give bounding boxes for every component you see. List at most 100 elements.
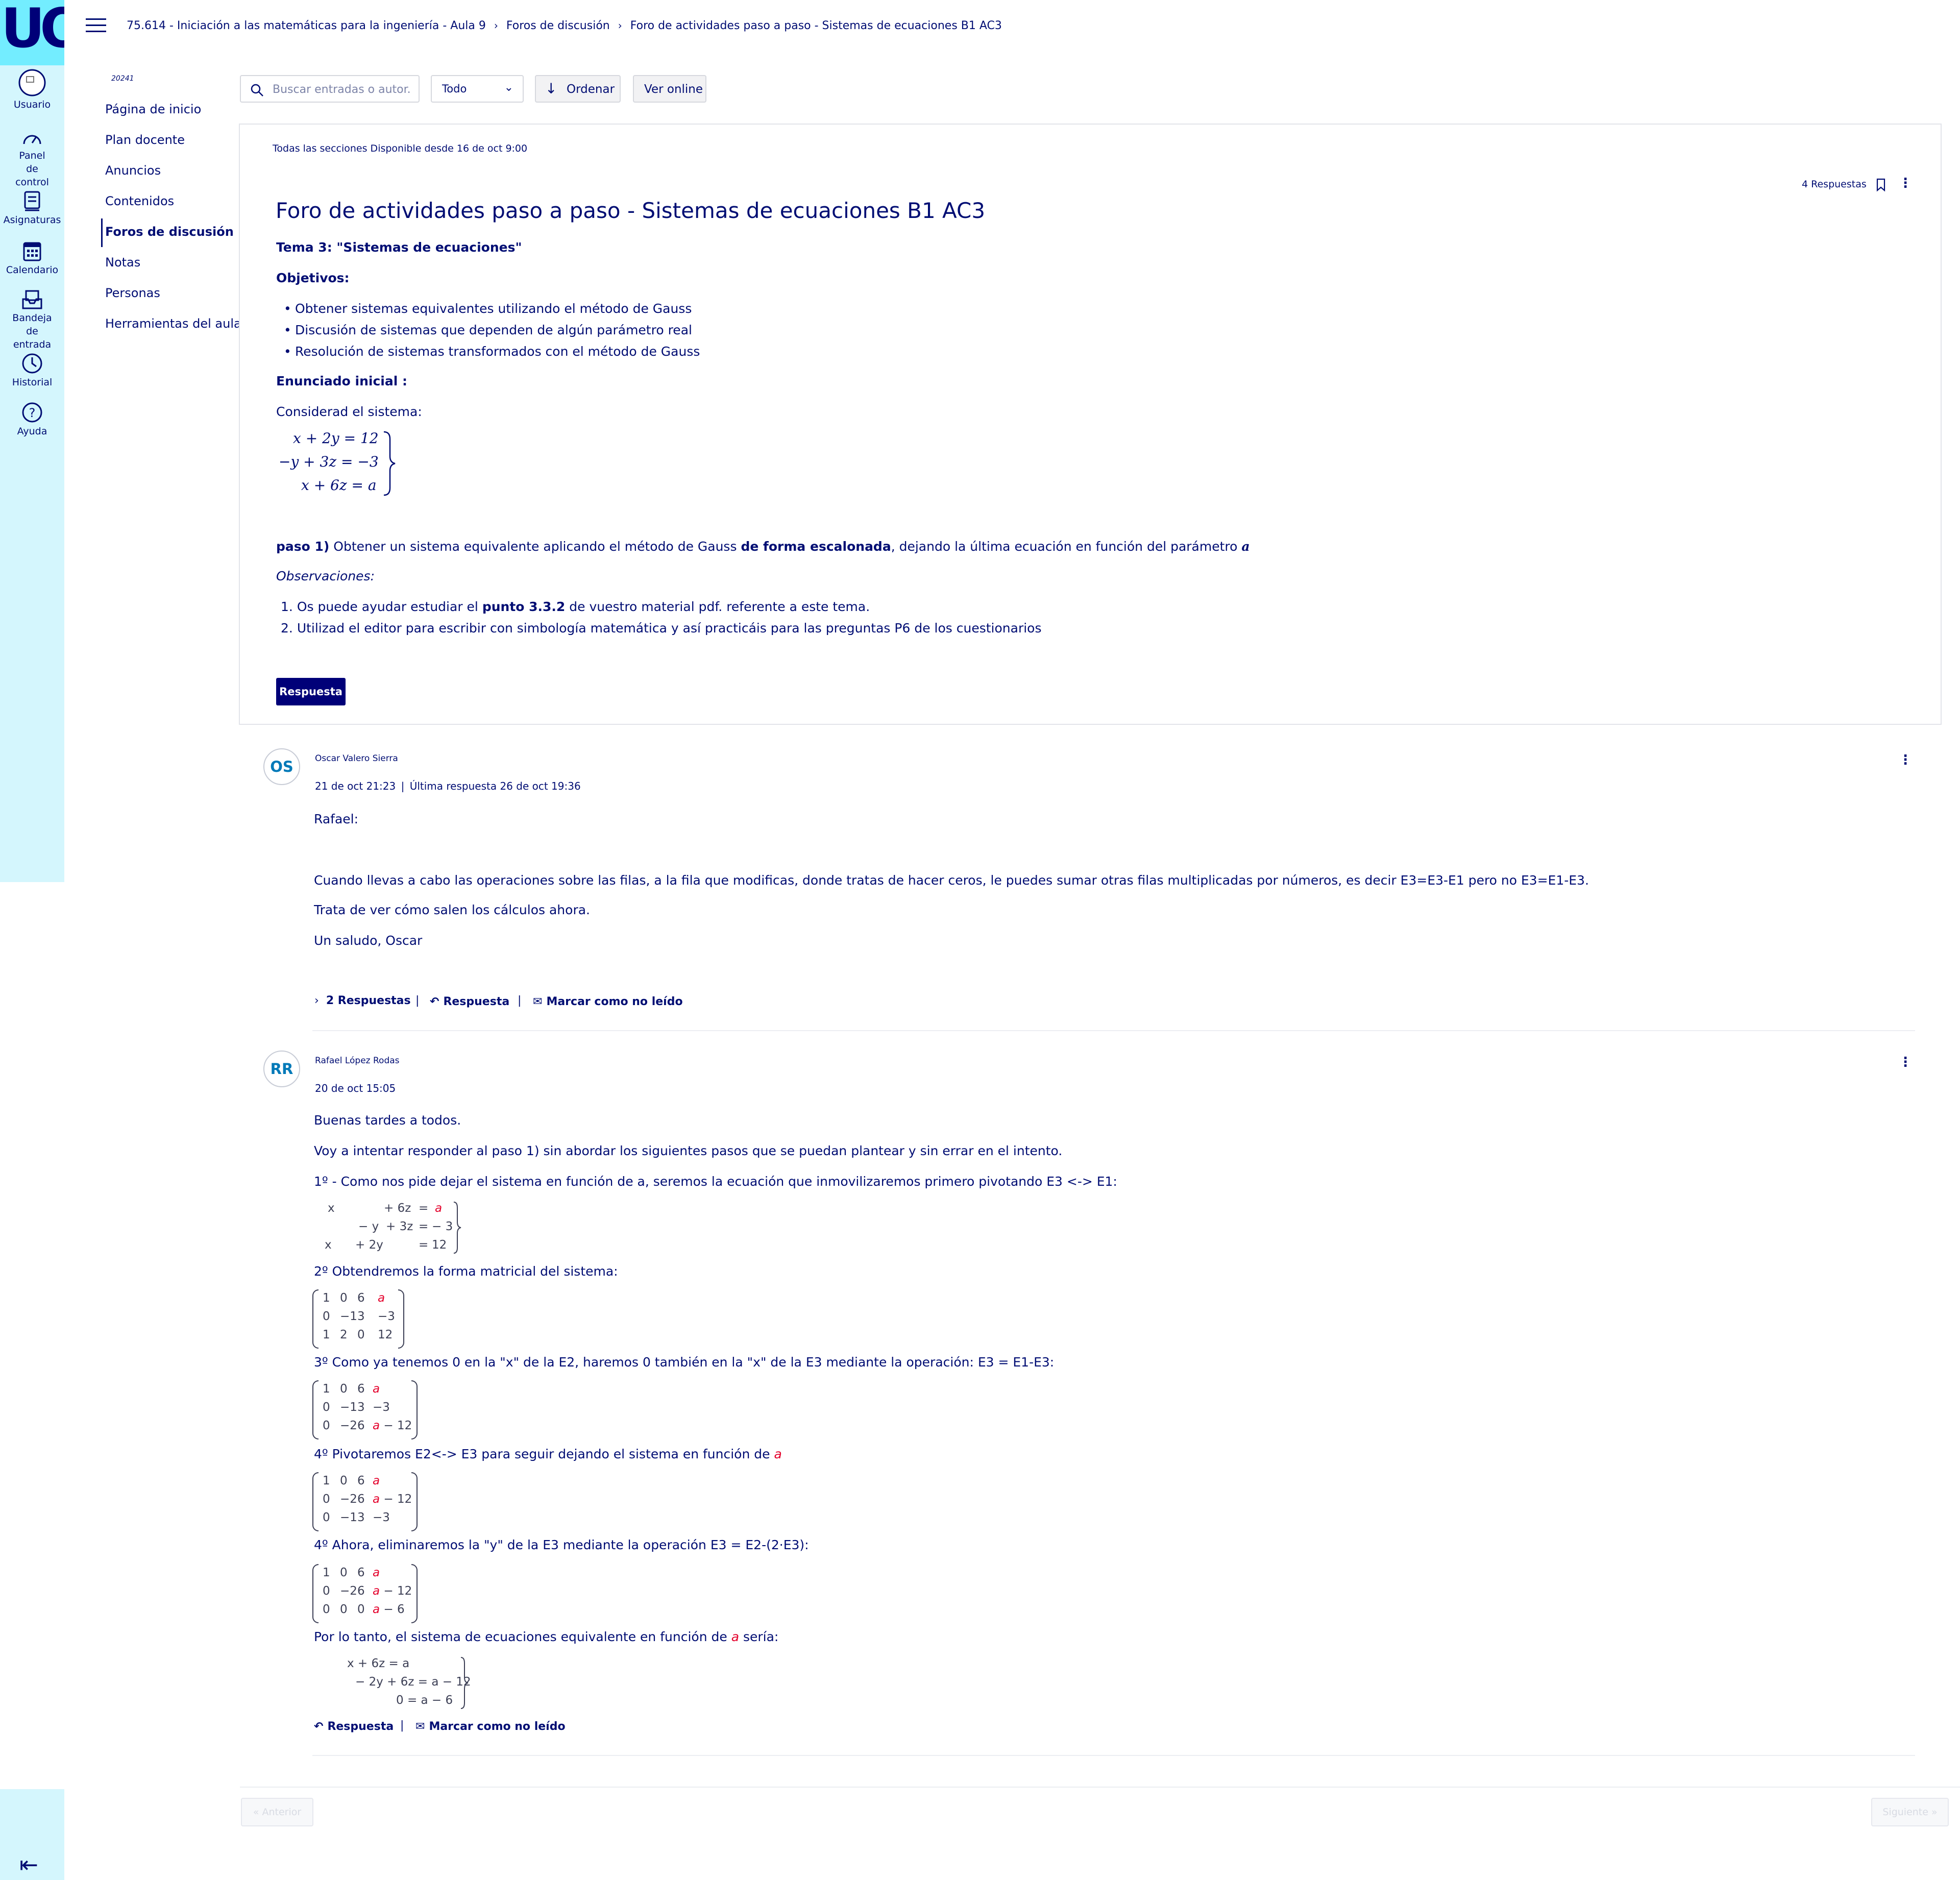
sidebar-item-herramientas[interactable]: Herramientas del aula xyxy=(105,316,241,331)
prev-page-button[interactable]: « Anterior xyxy=(241,1798,313,1826)
replies-toggle[interactable]: › 2 Respuestas xyxy=(314,994,411,1007)
reply-topic-button[interactable]: Respuesta xyxy=(276,678,346,705)
paso1-text: paso 1) Obtener un sistema equivalente a… xyxy=(276,539,1250,554)
post-more-icon[interactable]: ⋮ xyxy=(1899,1055,1912,1070)
observation-1: 1. Os puede ayudar estudiar el punto 3.3… xyxy=(281,599,870,614)
post-author[interactable]: Oscar Valero Sierra xyxy=(315,753,398,764)
matrix-cell: a xyxy=(373,1474,380,1487)
dashboard-gauge-icon xyxy=(23,135,41,144)
post-text: Trata de ver cómo salen los cálculos aho… xyxy=(314,902,590,917)
post-text: 3º Como ya tenemos 0 en la "x" de la E2,… xyxy=(314,1355,1055,1370)
equation-2: −y + 3z = −3 xyxy=(279,453,379,470)
sidebar-item-plan-docente[interactable]: Plan docente xyxy=(105,133,185,147)
reply-button[interactable]: ↶ Respuesta xyxy=(430,995,509,1008)
matrix-cell: 0 xyxy=(323,1493,330,1506)
matrix-cell: −1 xyxy=(340,1511,357,1524)
sidebar-item-personas[interactable]: Personas xyxy=(105,286,160,300)
collapse-rail-icon[interactable]: ⇤ xyxy=(19,1852,38,1878)
clock-icon xyxy=(22,353,42,374)
matrix-cell: 6 xyxy=(357,1474,365,1487)
sidebar-item-inicio[interactable]: Página de inicio xyxy=(105,102,201,116)
rail-item-historial[interactable]: Historial xyxy=(0,352,64,389)
rail-item-ayuda[interactable]: ? Ayuda xyxy=(0,401,64,438)
matrix-cell: −2 xyxy=(340,1493,357,1506)
post-text: Rafael: xyxy=(314,812,359,826)
envelope-icon: ✉ xyxy=(415,1720,425,1733)
breadcrumb-course[interactable]: 75.614 - Iniciación a las matemáticas pa… xyxy=(127,19,486,32)
objective-item: Obtener sistemas equivalentes utilizando… xyxy=(284,301,692,316)
search-icon xyxy=(251,84,263,96)
breadcrumb-forums[interactable]: Foros de discusión xyxy=(506,19,610,32)
matrix-cell: a xyxy=(378,1291,385,1305)
semester-label: 20241 xyxy=(111,75,134,83)
matrix-cell: 6 xyxy=(357,1291,365,1305)
more-options-icon[interactable]: ⋮ xyxy=(1899,176,1912,191)
matrix-cell: 6 xyxy=(357,1584,365,1598)
bookmark-icon[interactable] xyxy=(1875,178,1886,192)
tema-heading: Tema 3: "Sistemas de ecuaciones" xyxy=(276,240,522,255)
mark-unread-button[interactable]: ✉ Marcar como no leído xyxy=(533,995,683,1008)
sort-button[interactable]: ↓ Ordenar xyxy=(535,75,621,103)
help-question-icon: ? xyxy=(22,402,42,423)
math-cell: = xyxy=(419,1220,429,1233)
matrix-cell: 0 xyxy=(340,1382,348,1396)
uoc-logo[interactable]: UOC xyxy=(0,0,64,65)
next-page-button[interactable]: Siguiente » xyxy=(1871,1798,1949,1826)
sidebar-item-foros[interactable]: Foros de discusión xyxy=(105,225,234,239)
post-text: 4º Ahora, eliminaremos la "y" de la E3 m… xyxy=(314,1537,809,1552)
post-text: Cuando llevas a cabo las operaciones sob… xyxy=(314,873,1589,888)
view-online-button[interactable]: Ver online xyxy=(633,75,706,103)
final-equation-1: x + 6z = a xyxy=(347,1657,410,1670)
rail-item-bandeja[interactable]: Bandeja de entrada xyxy=(0,289,64,351)
topic-title: Foro de actividades paso a paso - Sistem… xyxy=(276,198,986,223)
chevron-right-icon: › xyxy=(314,994,319,1007)
availability-info: Todas las secciones Disponible desde 16 … xyxy=(273,143,528,154)
equation-1: x + 2y = 12 xyxy=(293,430,379,447)
avatar[interactable]: RR xyxy=(263,1051,300,1087)
matrix-cell: 1 xyxy=(323,1474,330,1487)
reply-button[interactable]: ↶ Respuesta xyxy=(314,1720,394,1733)
right-brace-icon xyxy=(453,1202,461,1254)
reply-arrow-icon: ↶ xyxy=(314,1720,324,1733)
filter-select[interactable]: Todo ⌄ xyxy=(431,75,524,103)
avatar[interactable]: OS xyxy=(263,748,300,785)
matrix-cell: 0 xyxy=(323,1310,330,1323)
hamburger-menu-icon[interactable] xyxy=(86,18,106,34)
post-text: Por lo tanto, el sistema de ecuaciones e… xyxy=(314,1629,779,1644)
matrix-cell: 0 xyxy=(357,1603,365,1616)
active-indicator xyxy=(101,218,103,247)
reply-arrow-icon: ↶ xyxy=(430,995,439,1008)
rail-item-panel[interactable]: Panel de control xyxy=(0,128,64,189)
rail-item-asignaturas[interactable]: Asignaturas xyxy=(0,190,64,227)
sidebar-item-contenidos[interactable]: Contenidos xyxy=(105,194,174,208)
sidebar-item-anuncios[interactable]: Anuncios xyxy=(105,163,161,178)
left-paren xyxy=(312,1564,318,1623)
post-divider xyxy=(312,1755,1915,1756)
right-brace-icon xyxy=(460,1657,469,1709)
equation-3: x + 6z = a xyxy=(301,477,377,494)
post-more-icon[interactable]: ⋮ xyxy=(1899,752,1912,768)
search-input[interactable] xyxy=(272,81,411,97)
post-author[interactable]: Rafael López Rodas xyxy=(315,1056,400,1066)
rail-item-usuario[interactable]: Usuario xyxy=(0,68,64,111)
objective-item: Discusión de sistemas que dependen de al… xyxy=(284,323,692,337)
matrix-cell: −2 xyxy=(340,1584,357,1598)
separator: | xyxy=(518,994,522,1007)
mark-unread-button[interactable]: ✉ Marcar como no leído xyxy=(415,1720,566,1733)
matrix-cell: 6 xyxy=(357,1382,365,1396)
book-icon xyxy=(24,191,40,211)
chevron-right-icon: › xyxy=(618,19,622,32)
right-brace-icon xyxy=(383,431,396,496)
objetivos-heading: Objetivos: xyxy=(276,271,350,285)
matrix-cell: 6 xyxy=(357,1566,365,1579)
calendar-icon xyxy=(23,242,41,261)
matrix-cell: a − 6 xyxy=(373,1603,405,1616)
sidebar-item-notas[interactable]: Notas xyxy=(105,255,140,270)
rail-item-calendario[interactable]: Calendario xyxy=(0,240,64,277)
matrix-cell: 0 xyxy=(340,1291,348,1305)
matrix-cell: 1 xyxy=(323,1291,330,1305)
left-paren xyxy=(312,1380,318,1439)
observation-2: 2. Utilizad el editor para escribir con … xyxy=(281,621,1042,636)
right-paren xyxy=(411,1380,418,1439)
post-text: Un saludo, Oscar xyxy=(314,933,423,948)
